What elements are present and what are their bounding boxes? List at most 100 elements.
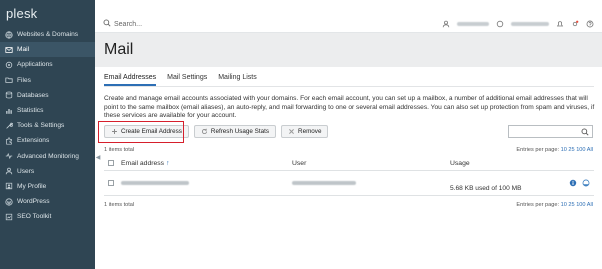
sidebar-item-label: Files bbox=[17, 76, 31, 84]
sidebar-item-label: WordPress bbox=[17, 198, 50, 206]
entries-option-100[interactable]: 100 bbox=[576, 147, 585, 153]
remove-label: Remove bbox=[298, 128, 322, 135]
tools-icon bbox=[5, 122, 13, 130]
sidebar: plesk Websites & Domains Mail Applicatio… bbox=[0, 0, 95, 269]
sidebar-nav: Websites & Domains Mail Applications Fil… bbox=[0, 27, 95, 224]
user-redacted bbox=[292, 180, 356, 187]
sidebar-item-advanced-monitoring[interactable]: Advanced Monitoring bbox=[0, 149, 95, 164]
sidebar-item-mail[interactable]: Mail bbox=[0, 42, 95, 58]
search-icon bbox=[581, 128, 589, 136]
extensions-icon bbox=[5, 137, 13, 145]
email-address-redacted[interactable] bbox=[121, 180, 189, 187]
subscription-name-redacted[interactable] bbox=[511, 22, 549, 26]
webmail-icon[interactable] bbox=[582, 179, 590, 187]
info-icon[interactable] bbox=[569, 179, 577, 187]
refresh-icon bbox=[201, 128, 208, 135]
sidebar-item-label: Statistics bbox=[17, 107, 44, 115]
refresh-usage-stats-label: Refresh Usage Stats bbox=[210, 128, 270, 135]
entries-per-page: Entries per page: 10 25 100 All bbox=[516, 147, 593, 153]
globe-icon bbox=[5, 30, 13, 39]
table-header: Email address ↑ User Usage bbox=[104, 156, 594, 171]
wordpress-icon bbox=[5, 198, 13, 206]
tab-email-addresses[interactable]: Email Addresses bbox=[104, 74, 157, 86]
sidebar-item-label: My Profile bbox=[17, 182, 47, 190]
seo-icon bbox=[5, 213, 13, 221]
sidebar-item-files[interactable]: Files bbox=[0, 73, 95, 88]
sidebar-item-my-profile[interactable]: My Profile bbox=[0, 179, 95, 194]
tab-mail-settings[interactable]: Mail Settings bbox=[167, 74, 207, 86]
sidebar-item-wordpress[interactable]: WordPress bbox=[0, 194, 95, 209]
items-total: 1 items total bbox=[104, 147, 135, 153]
topbar: Search... bbox=[95, 0, 602, 33]
entries-option-25[interactable]: 25 bbox=[568, 202, 574, 208]
page-title: Mail bbox=[104, 41, 134, 58]
sidebar-item-tools-settings[interactable]: Tools & Settings bbox=[0, 118, 95, 133]
column-header-email[interactable]: Email address ↑ bbox=[121, 160, 169, 167]
sidebar-item-databases[interactable]: Databases bbox=[0, 88, 95, 103]
select-all-checkbox[interactable] bbox=[108, 160, 114, 166]
tab-mailing-lists[interactable]: Mailing Lists bbox=[218, 74, 257, 86]
list-search-input[interactable] bbox=[508, 125, 593, 138]
sidebar-item-statistics[interactable]: Statistics bbox=[0, 103, 95, 118]
notifications-icon[interactable] bbox=[556, 20, 564, 28]
remove-button[interactable]: Remove bbox=[281, 125, 329, 138]
entries-option-100[interactable]: 100 bbox=[576, 202, 585, 208]
sidebar-item-label: Tools & Settings bbox=[17, 122, 65, 130]
remove-icon bbox=[288, 128, 295, 135]
column-header-usage[interactable]: Usage bbox=[450, 160, 470, 167]
database-icon bbox=[5, 91, 13, 99]
search-input[interactable]: Search... bbox=[103, 19, 142, 29]
table-row[interactable]: 5.68 KB used of 100 MB bbox=[104, 171, 594, 196]
search-icon bbox=[103, 19, 114, 29]
sidebar-item-label: Applications bbox=[17, 61, 53, 69]
column-header-email-label: Email address bbox=[121, 159, 165, 167]
topbar-actions bbox=[442, 20, 594, 28]
entries-per-page-bottom: Entries per page: 10 25 100 All bbox=[516, 202, 593, 208]
account-name-redacted[interactable] bbox=[457, 22, 489, 26]
entries-option-10[interactable]: 10 bbox=[561, 147, 567, 153]
sidebar-item-users[interactable]: Users bbox=[0, 164, 95, 179]
subscription-icon bbox=[496, 20, 504, 28]
extensions-gear-icon[interactable] bbox=[571, 20, 579, 28]
row-actions bbox=[569, 179, 590, 187]
sidebar-item-label: Advanced Monitoring bbox=[17, 152, 79, 160]
entries-per-page-label: Entries per page: bbox=[516, 202, 560, 208]
entries-option-all[interactable]: All bbox=[587, 202, 593, 208]
email-table: Email address ↑ User Usage 5.68 KB used o… bbox=[104, 156, 594, 196]
folder-icon bbox=[5, 76, 13, 84]
column-header-user[interactable]: User bbox=[292, 160, 306, 167]
applications-icon bbox=[5, 61, 13, 69]
entries-per-page-label: Entries per page: bbox=[516, 147, 560, 153]
sidebar-item-label: Users bbox=[17, 167, 35, 175]
tab-bar: Email Addresses Mail Settings Mailing Li… bbox=[104, 74, 257, 86]
sidebar-item-label: SEO Toolkit bbox=[17, 213, 52, 221]
plesk-logo[interactable]: plesk bbox=[0, 0, 95, 27]
sidebar-collapse-handle[interactable]: ◀ bbox=[95, 150, 101, 164]
entries-option-all[interactable]: All bbox=[587, 147, 593, 153]
sort-ascending-icon: ↑ bbox=[166, 159, 170, 167]
items-total-bottom: 1 items total bbox=[104, 202, 135, 208]
entries-option-25[interactable]: 25 bbox=[568, 147, 574, 153]
sidebar-item-seo-toolkit[interactable]: SEO Toolkit bbox=[0, 209, 95, 224]
row-checkbox[interactable] bbox=[108, 180, 114, 186]
user-icon bbox=[442, 20, 450, 28]
sidebar-item-websites-domains[interactable]: Websites & Domains bbox=[0, 27, 95, 42]
sidebar-item-applications[interactable]: Applications bbox=[0, 57, 95, 72]
mail-icon bbox=[5, 46, 13, 54]
usage-value: 5.68 KB used of 100 MB bbox=[450, 185, 522, 192]
entries-option-10[interactable]: 10 bbox=[561, 202, 567, 208]
profile-icon bbox=[5, 182, 13, 190]
highlight-frame bbox=[98, 121, 184, 143]
page-header: Mail bbox=[95, 33, 602, 67]
sidebar-item-label: Mail bbox=[17, 46, 30, 54]
sidebar-item-extensions[interactable]: Extensions bbox=[0, 133, 95, 148]
sidebar-item-label: Databases bbox=[17, 91, 49, 99]
tabs-divider bbox=[104, 86, 594, 87]
help-icon[interactable] bbox=[586, 20, 594, 28]
sidebar-item-label: Websites & Domains bbox=[17, 31, 79, 39]
refresh-usage-stats-button[interactable]: Refresh Usage Stats bbox=[193, 125, 277, 138]
users-icon bbox=[5, 167, 13, 175]
sidebar-item-label: Extensions bbox=[17, 137, 50, 145]
statistics-icon bbox=[5, 107, 13, 115]
search-placeholder: Search... bbox=[114, 20, 143, 28]
